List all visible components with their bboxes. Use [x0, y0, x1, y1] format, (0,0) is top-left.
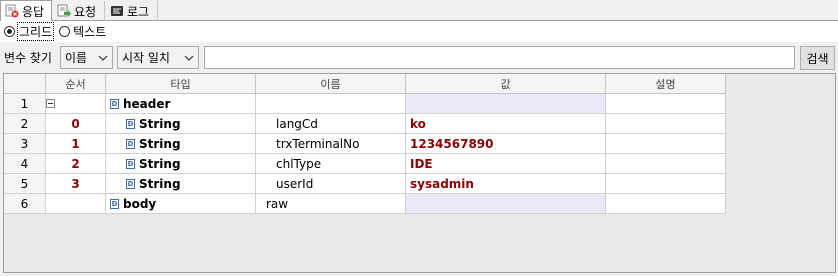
radio-text[interactable]: 텍스트 [59, 23, 106, 40]
name-value: raw [266, 196, 289, 211]
tab-label: 로그 [127, 4, 150, 19]
column-header-description[interactable]: 설명 [606, 74, 726, 94]
type-label: header [123, 96, 171, 111]
value-cell[interactable]: IDE [406, 154, 606, 174]
name-cell[interactable]: chlType [256, 154, 406, 174]
search-input[interactable] [204, 46, 795, 69]
search-button[interactable]: 검색 [800, 46, 835, 70]
order-cell[interactable]: 0 [46, 114, 106, 134]
value-cell[interactable]: sysadmin [406, 174, 606, 194]
tab-bar: 응답 요청 로그 [0, 0, 838, 22]
radio-selected-indicator[interactable] [4, 26, 15, 37]
description-cell[interactable] [606, 94, 726, 114]
description-cell[interactable] [606, 194, 726, 214]
chevron-down-icon [98, 52, 108, 62]
description-cell[interactable] [606, 154, 726, 174]
value-cell[interactable] [406, 94, 606, 114]
value-cell[interactable] [406, 194, 606, 214]
order-value: 2 [71, 156, 80, 171]
type-cell[interactable]: Dbody [106, 194, 256, 214]
order-cell[interactable] [46, 94, 106, 114]
search-label: 변수 찾기 [4, 51, 52, 65]
data-type-icon: D [126, 178, 135, 189]
name-value: langCd [276, 116, 318, 131]
data-type-icon: D [110, 198, 119, 209]
type-label: String [139, 136, 181, 151]
order-cell[interactable] [46, 194, 106, 214]
data-type-icon: D [126, 138, 135, 149]
response-icon [5, 4, 19, 18]
collapse-icon[interactable] [46, 99, 55, 108]
type-label: String [139, 116, 181, 131]
order-value: 0 [71, 116, 80, 131]
type-cell[interactable]: D String [106, 174, 256, 194]
search-field-value: 이름 [65, 51, 88, 65]
type-label: body [123, 196, 157, 211]
tab-response[interactable]: 응답 [0, 0, 52, 22]
data-type-icon: D [110, 98, 119, 109]
value-cell[interactable]: ko [406, 114, 606, 134]
name-value: chlType [276, 156, 322, 171]
tab-log[interactable]: 로그 [106, 1, 158, 21]
column-header-rownum [4, 74, 46, 94]
row-number: 1 [4, 94, 46, 114]
name-cell[interactable]: raw [256, 194, 406, 214]
type-label: String [139, 156, 181, 171]
view-mode-group: 그리드 텍스트 [0, 21, 838, 42]
name-cell[interactable]: userId [256, 174, 406, 194]
column-header-order[interactable]: 순서 [46, 74, 106, 94]
order-cell[interactable]: 3 [46, 174, 106, 194]
row-number: 5 [4, 174, 46, 194]
name-cell[interactable]: trxTerminalNo [256, 134, 406, 154]
tab-label: 응답 [22, 4, 45, 19]
column-header-name[interactable]: 이름 [256, 74, 406, 94]
radio-grid[interactable]: 그리드 [4, 22, 55, 41]
match-mode-value: 시작 일치 [122, 51, 170, 65]
description-cell[interactable] [606, 114, 726, 134]
search-field-select[interactable]: 이름 [60, 46, 113, 69]
type-cell[interactable]: D String [106, 134, 256, 154]
radio-indicator[interactable] [59, 26, 71, 37]
order-cell[interactable]: 1 [46, 134, 106, 154]
column-header-type[interactable]: 타입 [106, 74, 256, 94]
radio-text-label[interactable]: 텍스트 [73, 23, 106, 40]
type-cell[interactable]: Dheader [106, 94, 256, 114]
order-cell[interactable]: 2 [46, 154, 106, 174]
order-value: 1 [71, 136, 80, 151]
data-type-icon: D [126, 158, 135, 169]
row-number: 2 [4, 114, 46, 134]
radio-grid-label[interactable]: 그리드 [16, 22, 55, 41]
type-label: String [139, 176, 181, 191]
name-value: trxTerminalNo [276, 136, 360, 151]
tab-request[interactable]: 요청 [53, 1, 105, 21]
search-bar: 변수 찾기 이름 시작 일치 검색 [0, 42, 838, 72]
log-icon [110, 4, 124, 18]
value-cell[interactable]: 1234567890 [406, 134, 606, 154]
type-cell[interactable]: D String [106, 154, 256, 174]
data-type-icon: D [126, 118, 135, 129]
name-cell[interactable]: langCd [256, 114, 406, 134]
chevron-down-icon [184, 52, 194, 62]
column-header-value[interactable]: 값 [406, 74, 606, 94]
order-value: 3 [71, 176, 80, 191]
tab-label: 요청 [74, 4, 97, 19]
row-number: 6 [4, 194, 46, 214]
type-cell[interactable]: D String [106, 114, 256, 134]
row-number: 3 [4, 134, 46, 154]
name-cell[interactable] [256, 94, 406, 114]
description-cell[interactable] [606, 134, 726, 154]
row-number: 4 [4, 154, 46, 174]
match-mode-select[interactable]: 시작 일치 [117, 46, 199, 69]
description-cell[interactable] [606, 174, 726, 194]
name-value: userId [276, 176, 314, 191]
request-icon [57, 4, 71, 18]
variable-grid: 순서 타입 이름 값 설명 1 Dheader 2 0 D String langCd ko 3… [3, 73, 836, 273]
